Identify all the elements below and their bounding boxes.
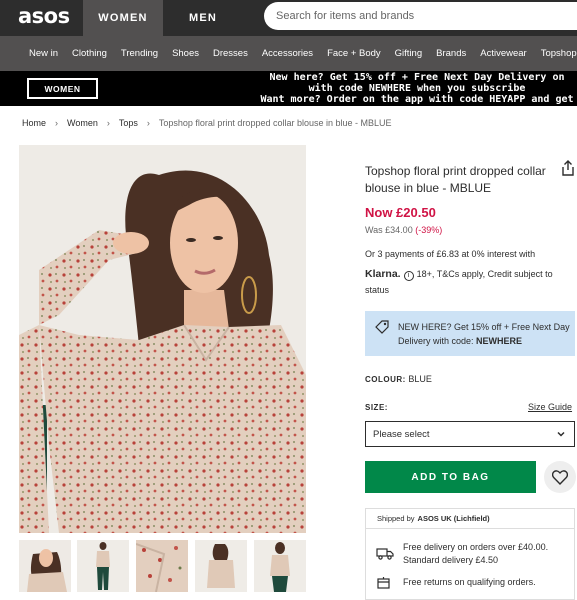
thumbnail-3[interactable] (136, 540, 188, 592)
nav-item-shoes[interactable]: Shoes (172, 48, 199, 59)
colour-value: BLUE (408, 374, 432, 384)
model-photo (19, 145, 306, 533)
promo-line-3: Want more? Order on the app with code HE… (260, 94, 574, 105)
breadcrumb-home[interactable]: Home (22, 118, 46, 128)
klarna-terms: Klarna. i 18+, T&Cs apply, Credit subject … (365, 268, 553, 281)
search-input[interactable] (276, 10, 576, 22)
breadcrumb: Home › Women › Tops › Topshop floral print dro… (22, 118, 392, 128)
delivery-free-text: Free delivery on orders over £40.00. (403, 542, 549, 552)
nav-item-trending[interactable]: Trending (121, 48, 158, 59)
nav-item-accessories[interactable]: Accessories (262, 48, 313, 59)
returns-text[interactable]: Free returns on qualifying orders. (403, 577, 536, 587)
nav-item-new-in[interactable]: New in (29, 48, 58, 59)
tag-icon (375, 320, 389, 339)
nav-item-brands[interactable]: Brands (436, 48, 466, 59)
thumbnail-image (195, 540, 247, 592)
new-customer-offer: NEW HERE? Get 15% off + Free Next Day De… (365, 311, 575, 356)
save-for-later-button[interactable] (544, 461, 576, 493)
promo-banner[interactable]: WOMEN New here? Get 15% off + Free Next … (0, 71, 577, 106)
breadcrumb-women[interactable]: Women (67, 118, 98, 128)
shipped-by: Shipped by ASOS UK (Lichfield) (366, 509, 574, 529)
asos-logo[interactable]: asos (18, 4, 70, 28)
chevron-down-icon (556, 429, 566, 442)
promo-line-2: with code NEWHERE when you subscribe (308, 83, 526, 94)
thumbnail-image (254, 540, 306, 592)
nav-item-clothing[interactable]: Clothing (72, 48, 107, 59)
colour-label: COLOUR: (365, 375, 406, 384)
thumbnail-image (19, 540, 71, 592)
tab-women[interactable]: WOMEN (83, 0, 163, 36)
size-select[interactable]: Please select (365, 421, 575, 447)
breadcrumb-separator: › (55, 118, 59, 128)
klarna-terms-cont: status (365, 285, 390, 295)
share-icon[interactable] (561, 160, 575, 176)
klarna-terms-text[interactable]: 18+, T&Cs apply, Credit subject to (417, 269, 553, 279)
klarna-installments: Or 3 payments of £6.83 at 0% interest wi… (365, 249, 536, 259)
thumbnail-2[interactable] (77, 540, 129, 592)
thumbnail-5[interactable] (254, 540, 306, 592)
truck-icon (376, 547, 394, 565)
breadcrumb-tops[interactable]: Tops (119, 118, 138, 128)
nav-item-activewear[interactable]: Activewear (480, 48, 526, 59)
discount-badge: (-39%) (415, 225, 443, 235)
offer-code: NEWHERE (476, 336, 523, 346)
shipping-info: Shipped by ASOS UK (Lichfield) Free deliv… (365, 508, 575, 600)
size-label: SIZE: (365, 403, 388, 412)
category-nav: New in Clothing Trending Shoes Dresses A… (0, 36, 577, 71)
offer-text: NEW HERE? Get 15% off + Free Next Day De… (398, 320, 573, 348)
top-header: asos WOMEN MEN (0, 0, 577, 36)
product-main-image[interactable] (19, 145, 306, 533)
nav-item-dresses[interactable]: Dresses (213, 48, 248, 59)
shipped-by-value: ASOS UK (Lichfield) (417, 514, 490, 523)
tab-men[interactable]: MEN (163, 0, 243, 36)
heart-icon (552, 469, 568, 485)
breadcrumb-separator: › (146, 118, 150, 128)
shipped-by-label: Shipped by (377, 514, 415, 523)
search-bar[interactable] (264, 2, 577, 30)
thumbnail-image (77, 540, 129, 592)
thumbnail-4[interactable] (195, 540, 247, 592)
nav-item-face-body[interactable]: Face + Body (327, 48, 381, 59)
returns-icon (377, 576, 390, 594)
breadcrumb-current: Topshop floral print dropped collar blou… (158, 118, 392, 128)
delivery-info: Free delivery on orders over £40.00. Sta… (403, 541, 548, 567)
price-now: Now £20.50 (365, 205, 436, 220)
size-guide-link[interactable]: Size Guide (528, 402, 572, 412)
size-select-value: Please select (373, 428, 430, 440)
product-title: Topshop floral print dropped collar blou… (365, 164, 546, 195)
price-was: Was £34.00 (-39%) (365, 225, 442, 235)
nav-item-topshop[interactable]: Topshop (541, 48, 577, 59)
breadcrumb-separator: › (106, 118, 110, 128)
promo-line-1: New here? Get 15% off + Free Next Day De… (269, 72, 565, 83)
klarna-logo: Klarna. (365, 268, 401, 280)
nav-item-gifting[interactable]: Gifting (395, 48, 422, 59)
delivery-standard-text: Standard delivery £4.50 (403, 555, 499, 565)
price-was-value: Was £34.00 (365, 225, 413, 235)
women-promo-button[interactable]: WOMEN (27, 78, 98, 99)
colour-row: COLOUR: BLUE (365, 374, 432, 384)
add-to-bag-button[interactable]: ADD TO BAG (365, 461, 536, 493)
thumbnail-1[interactable] (19, 540, 71, 592)
thumbnail-image (136, 540, 188, 592)
info-icon[interactable]: i (403, 271, 414, 281)
